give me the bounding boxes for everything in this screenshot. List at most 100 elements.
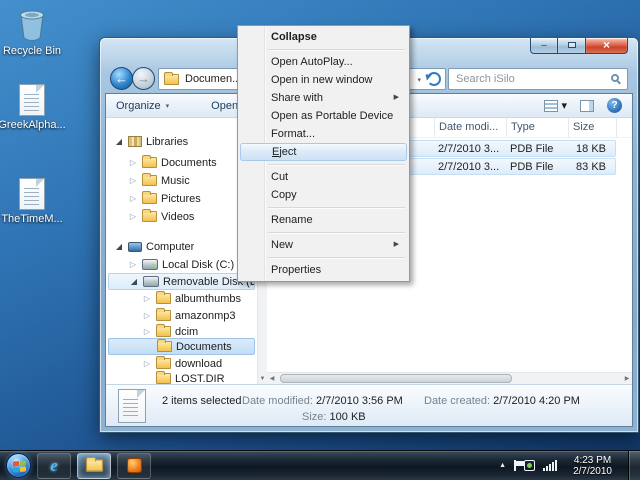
change-view-button[interactable]: ▾ <box>544 99 567 112</box>
folder-icon <box>85 459 102 472</box>
start-button[interactable] <box>6 453 31 478</box>
expander-icon[interactable]: ▷ <box>142 311 152 320</box>
address-dropdown-icon[interactable]: ▾ <box>417 76 421 84</box>
desktop-icon-label: Recycle Bin <box>3 45 61 57</box>
folder-icon <box>142 175 157 186</box>
breadcrumb[interactable]: Documen... <box>185 73 241 85</box>
help-button[interactable]: ? <box>607 98 622 113</box>
menu-item-properties[interactable]: Properties <box>240 261 407 279</box>
tree-item-label: dcim <box>175 326 198 338</box>
desktop-icon-greekalpha[interactable]: GreekAlpha... <box>0 84 64 131</box>
tree-item-label: albumthumbs <box>175 293 241 305</box>
column-header-type[interactable]: Type <box>507 118 569 137</box>
tree-item-label: Pictures <box>161 193 201 205</box>
computer-icon <box>128 242 142 252</box>
column-header-date-modified[interactable]: Date modi... <box>435 118 507 137</box>
back-button[interactable]: ← <box>110 67 133 90</box>
file-size-cell: 83 KB <box>569 161 611 173</box>
expander-icon[interactable]: ◢ <box>129 277 139 286</box>
tree-item-computer[interactable]: ◢ Computer <box>108 238 255 255</box>
menu-item-rename[interactable]: Rename <box>240 211 407 229</box>
folder-icon <box>157 341 172 352</box>
expander-icon[interactable]: ▷ <box>128 176 138 185</box>
desktop-icon-thetimem[interactable]: TheTimeM... <box>0 178 64 225</box>
tree-item-videos[interactable]: ▷ Videos <box>108 208 255 225</box>
menu-item-format[interactable]: Format... <box>240 125 407 143</box>
size-field: Size: 100 KB <box>302 411 366 423</box>
menu-item-share-with[interactable]: Share with▶ <box>240 89 407 107</box>
scrollbar-thumb[interactable] <box>280 374 512 383</box>
menu-item-open-in-new-window[interactable]: Open in new window <box>240 71 407 89</box>
search-icon <box>611 74 619 82</box>
action-center-flag-icon[interactable] <box>514 460 516 471</box>
search-box[interactable]: Search iSilo <box>448 68 628 90</box>
tree-item-pictures[interactable]: ▷ Pictures <box>108 190 255 207</box>
menu-item-open-autoplay[interactable]: Open AutoPlay... <box>240 53 407 71</box>
menu-separator <box>268 49 405 50</box>
tree-item-documents-library[interactable]: ▷ Documents <box>108 154 255 171</box>
scroll-down-icon[interactable]: ▼ <box>258 374 267 384</box>
expander-icon[interactable]: ▷ <box>142 359 152 368</box>
expander-icon[interactable]: ▷ <box>142 294 152 303</box>
expander-icon[interactable]: ◢ <box>114 137 124 146</box>
expander-icon[interactable]: ▷ <box>142 327 152 336</box>
list-horizontal-scrollbar[interactable]: ◀ ▶ <box>267 372 632 384</box>
refresh-icon[interactable] <box>427 72 441 86</box>
date-created-field: Date created: 2/7/2010 4:20 PM <box>424 395 580 407</box>
show-desktop-button[interactable] <box>628 451 640 480</box>
tree-item-local-disk-c[interactable]: ▷ Local Disk (C:) <box>108 256 255 273</box>
system-tray: ▲ 4:23 PM 2/7/2010 <box>499 451 640 480</box>
tree-item-albumthumbs[interactable]: ▷ albumthumbs <box>108 290 255 307</box>
folder-icon <box>142 211 157 222</box>
network-icon[interactable] <box>543 460 557 471</box>
menu-item-cut[interactable]: Cut <box>240 168 407 186</box>
menu-item-copy[interactable]: Copy <box>240 186 407 204</box>
tree-item-music[interactable]: ▷ Music <box>108 172 255 189</box>
tree-item-label: Local Disk (C:) <box>162 259 234 271</box>
menu-item-new[interactable]: New▶ <box>240 236 407 254</box>
tree-item-libraries[interactable]: ◢ Libraries <box>108 133 255 150</box>
folder-icon <box>142 193 157 204</box>
menu-item-open-as-portable-device[interactable]: Open as Portable Device <box>240 107 407 125</box>
file-type-cell: PDB File <box>507 161 569 173</box>
expander-icon[interactable]: ◢ <box>114 242 124 251</box>
forward-button[interactable]: → <box>132 67 155 90</box>
preview-pane-button[interactable] <box>580 100 594 112</box>
column-header-size[interactable]: Size <box>569 118 617 137</box>
selection-preview-icon <box>118 389 146 423</box>
safely-remove-hardware-icon[interactable] <box>524 460 535 471</box>
show-hidden-icons-button[interactable]: ▲ <box>499 462 506 469</box>
menu-item-eject[interactable]: Eject <box>240 143 407 161</box>
folder-icon <box>156 326 171 337</box>
tree-item-documents-e[interactable]: ▷ Documents <box>108 338 255 355</box>
maximize-button[interactable] <box>558 38 585 54</box>
windows-flag-icon <box>13 460 26 472</box>
taskbar-app-media[interactable] <box>117 453 151 479</box>
taskbar: e ▲ 4:23 PM 2/7/2010 <box>0 450 640 480</box>
tree-item-label: Computer <box>146 241 194 253</box>
expander-icon[interactable]: ▷ <box>128 212 138 221</box>
organize-button[interactable]: Organize ▾ <box>110 95 175 117</box>
expander-icon[interactable]: ▷ <box>128 260 138 269</box>
taskbar-clock[interactable]: 4:23 PM 2/7/2010 <box>573 455 612 477</box>
minimize-button[interactable]: – <box>530 38 558 54</box>
close-button[interactable]: × <box>585 38 628 54</box>
menu-item-collapse[interactable]: Collapse <box>240 28 407 46</box>
tree-item-amazonmp3[interactable]: ▷ amazonmp3 <box>108 307 255 324</box>
expander-icon[interactable]: ▷ <box>128 194 138 203</box>
expander-icon[interactable]: ▷ <box>128 158 138 167</box>
open-label: Open <box>211 100 238 112</box>
tree-item-removable-disk-e[interactable]: ◢ Removable Disk (E:) <box>108 273 255 290</box>
menu-separator <box>268 164 405 165</box>
file-size-cell: 18 KB <box>569 143 611 155</box>
tree-item-label: download <box>175 358 222 370</box>
taskbar-app-internet-explorer[interactable]: e <box>37 453 71 479</box>
desktop-icon-label: GreekAlpha... <box>0 119 66 131</box>
desktop-icon-recycle-bin[interactable]: Recycle Bin <box>0 8 64 57</box>
menu-separator <box>268 257 405 258</box>
taskbar-app-windows-explorer[interactable] <box>77 453 111 479</box>
submenu-arrow-icon: ▶ <box>394 89 399 107</box>
tree-item-lost-dir[interactable]: ▷ LOST.DIR <box>108 370 255 384</box>
document-icon <box>19 178 45 210</box>
drive-icon <box>142 259 158 270</box>
